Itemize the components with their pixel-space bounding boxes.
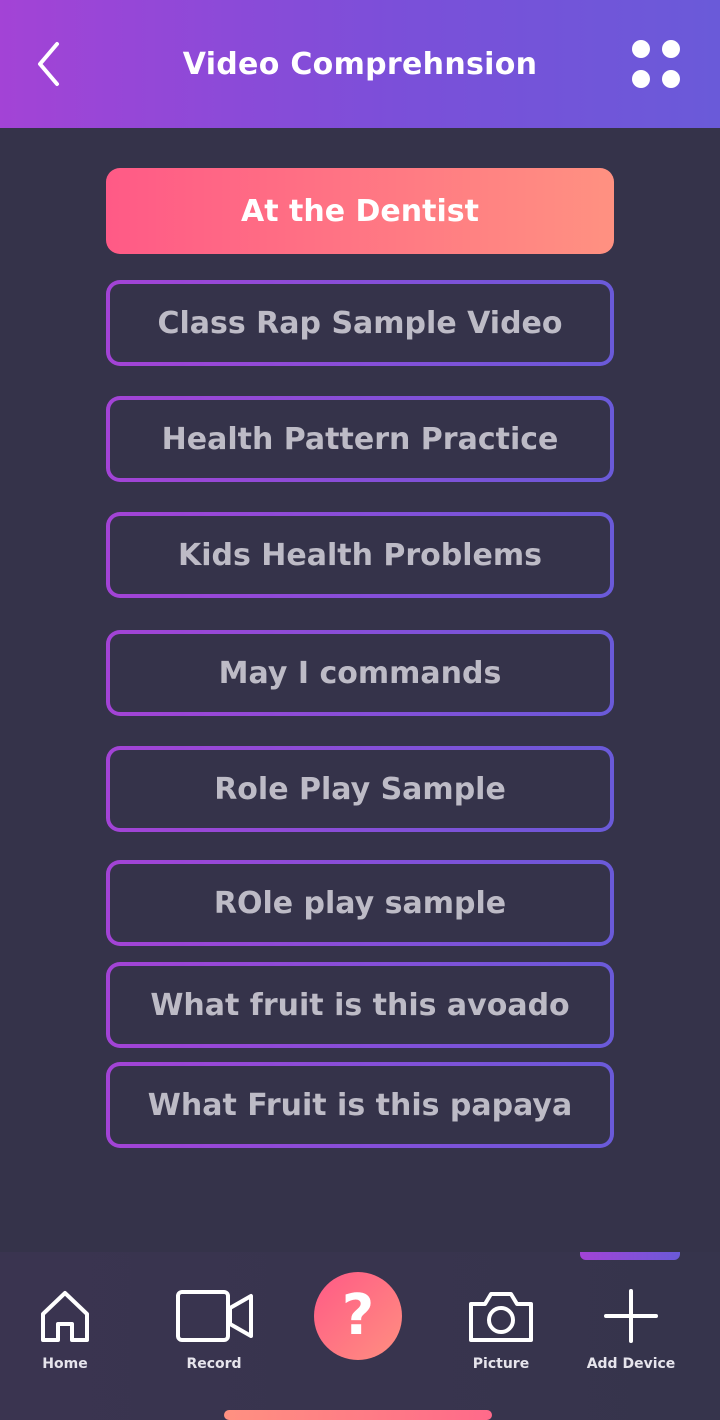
video-item[interactable]: What fruit is this avoado [106, 962, 614, 1048]
video-item-label: Role Play Sample [214, 771, 506, 807]
video-item-label: What fruit is this avoado [150, 987, 570, 1023]
video-item-label: Health Pattern Practice [161, 421, 559, 457]
header-bar: Video Comprehnsion [0, 0, 720, 128]
help-icon: ? [341, 1283, 375, 1348]
video-item[interactable]: ROle play sample [106, 860, 614, 946]
tab-add-device-label: Add Device [586, 1356, 676, 1372]
video-item-label: At the Dentist [241, 193, 479, 229]
tab-picture[interactable]: Picture [458, 1280, 544, 1390]
active-tab-indicator [580, 1252, 680, 1260]
home-indicator [224, 1410, 492, 1420]
tab-record-label: Record [186, 1356, 242, 1372]
plus-icon [604, 1289, 658, 1343]
video-item-label: ROle play sample [213, 885, 507, 921]
page-title: Video Comprehnsion [182, 46, 538, 82]
video-item[interactable]: May I commands [106, 630, 614, 716]
grid-menu-button[interactable] [626, 36, 686, 92]
tab-record[interactable]: Record [164, 1280, 264, 1390]
video-camera-icon [176, 1290, 253, 1342]
help-button[interactable]: ? [314, 1272, 402, 1360]
home-icon [41, 1291, 89, 1342]
back-button[interactable] [22, 36, 78, 92]
video-item-label: Kids Health Problems [177, 537, 543, 573]
video-item[interactable]: What Fruit is this papaya [106, 1062, 614, 1148]
tab-home[interactable]: Home [24, 1280, 106, 1390]
video-item[interactable]: Kids Health Problems [106, 512, 614, 598]
video-item-selected[interactable]: At the Dentist [106, 168, 614, 254]
video-item[interactable]: Role Play Sample [106, 746, 614, 832]
camera-icon [469, 1292, 533, 1342]
chevron-left-icon [38, 42, 59, 86]
video-item-label: May I commands [218, 655, 502, 691]
video-item-label: What Fruit is this papaya [147, 1087, 573, 1123]
tab-add-device[interactable]: Add Device [582, 1280, 680, 1390]
video-item[interactable]: Health Pattern Practice [106, 396, 614, 482]
video-item-label: Class Rap Sample Video [157, 305, 563, 341]
tab-home-label: Home [42, 1356, 88, 1372]
tab-picture-label: Picture [472, 1356, 530, 1372]
video-item[interactable]: Class Rap Sample Video [106, 280, 614, 366]
